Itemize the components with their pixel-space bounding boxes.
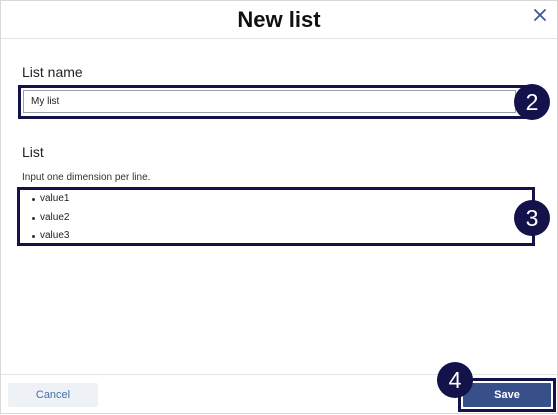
save-button[interactable]: Save: [463, 383, 551, 407]
dialog-header: New list: [1, 1, 557, 39]
list-values: value1 value2 value3: [20, 190, 532, 246]
callout-badge-3: 3: [514, 200, 550, 236]
cancel-button[interactable]: Cancel: [8, 383, 98, 407]
list-item: value3: [20, 227, 532, 246]
list-hint: Input one dimension per line.: [22, 172, 151, 183]
callout-badge-2: 2: [514, 84, 550, 120]
close-icon[interactable]: [532, 7, 548, 23]
list-name-label: List name: [22, 64, 83, 80]
list-item: value1: [20, 190, 532, 209]
list-item: value2: [20, 209, 532, 228]
list-textarea[interactable]: value1 value2 value3: [20, 190, 532, 243]
dialog-title: New list: [237, 7, 321, 32]
new-list-dialog: New list List name 2 List Input one dime…: [0, 0, 558, 414]
callout-badge-4: 4: [437, 362, 473, 398]
list-label: List: [22, 144, 44, 160]
list-name-input[interactable]: [23, 90, 516, 113]
